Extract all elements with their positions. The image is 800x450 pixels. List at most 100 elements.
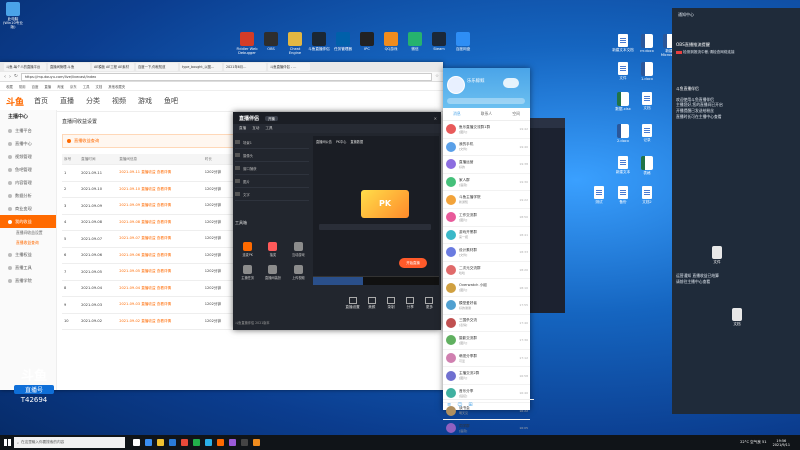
desktop-file-icon[interactable]: 文件 [706, 246, 728, 264]
qq-contact-row[interactable]: 主播交流2群 [图片] 16:58 [443, 367, 530, 385]
bookmark-item[interactable]: 京东 [70, 84, 77, 89]
table-cell-info[interactable]: 2021-09-10 直播收益 查看详情 [117, 181, 203, 198]
qq-contact-row[interactable]: 模型爱好者 好的谢谢 17:55 [443, 297, 530, 315]
start-button[interactable] [0, 435, 14, 450]
qq-tab[interactable]: 联系人 [481, 111, 492, 117]
nav-item[interactable]: 游戏 [138, 96, 152, 106]
desktop-icon[interactable]: 微信 [404, 32, 426, 51]
notification-item-studio[interactable]: 斗鱼直播伴侣 欢迎使用斗鱼直播伴侣 主播您好,您的直播间已开启 开播提醒已发送给… [676, 80, 794, 125]
preview-tab[interactable]: 直播数据 [350, 139, 363, 144]
qq-contact-row[interactable]: 家人群 [语音] 19:30 [443, 174, 530, 192]
browser-tab[interactable]: AE模板 AE工程 AE素材 [92, 63, 134, 71]
desktop-file-icon[interactable]: 测试 [588, 186, 610, 204]
qq-contact-row[interactable]: 工作交流群 [图片] 18:50 [443, 209, 530, 227]
desktop-icon[interactable]: Fiddler Web Debugger [236, 32, 258, 55]
clock[interactable]: 19:56 2021/9/11 [773, 439, 800, 447]
taskbar-app-icon[interactable] [217, 439, 224, 446]
studio-tab[interactable]: 工具 [265, 126, 272, 131]
bookmark-item[interactable]: 百度 [32, 84, 39, 89]
studio-tab[interactable]: 互动 [252, 126, 259, 131]
table-cell-info[interactable]: 2021-09-05 直播收益 查看详情 [117, 263, 203, 281]
taskbar-app-icon[interactable] [133, 439, 140, 446]
browser-tab[interactable]: type_bought_以图… [180, 63, 222, 71]
taskbar-app-icon[interactable] [169, 439, 176, 446]
bookmark-item[interactable]: 其他收藏夹 [108, 84, 125, 89]
browser-tab[interactable]: 百度一下,你就知道 [136, 63, 178, 71]
sidebar-item[interactable]: 直播工具 [0, 261, 56, 274]
bookmark-item[interactable]: 工具 [83, 84, 90, 89]
qq-tab[interactable]: 空间 [512, 111, 520, 117]
table-cell-info[interactable]: 2021-09-06 直播收益 查看详情 [117, 247, 203, 264]
browser-tab[interactable]: 斗鱼-每个人的直播平台 [4, 63, 46, 71]
bookmark-item[interactable]: 直播 [44, 84, 51, 89]
desktop-file-icon[interactable]: 数据.xlsx [612, 92, 634, 111]
qq-contact-row[interactable]: 摄影交流群 [图片] 17:30 [443, 332, 530, 350]
qq-contact-row[interactable]: 鱼乐直播交流群1群 [图片] 19:42 [443, 121, 530, 139]
taskbar-app-icon[interactable] [181, 439, 188, 446]
studio-bottom-button[interactable]: 更多 [420, 297, 439, 310]
scene-item[interactable]: 场景1 [235, 136, 309, 149]
table-cell-info[interactable]: 2021-09-04 直播收益 查看详情 [117, 280, 203, 297]
table-cell-info[interactable]: 2021-09-08 直播收益 查看详情 [117, 214, 203, 231]
sidebar-subitem[interactable]: 直播收益查询 [0, 238, 56, 248]
desktop-file-icon[interactable]: 2.docx [612, 124, 634, 143]
desktop-icon[interactable]: Steam [428, 32, 450, 51]
browser-tab[interactable]: 斗鱼直播伴侣 - … [268, 63, 310, 71]
table-cell-info[interactable]: 2021-09-09 直播收益 查看详情 [117, 197, 203, 215]
notification-item-alert[interactable]: OBS直播推流提醒 检测到推流中断,请检查网络连接 [676, 42, 794, 55]
douyu-logo[interactable]: 斗鱼 [6, 95, 24, 108]
studio-tool[interactable]: 抽奖 [260, 242, 285, 257]
sidebar-item[interactable]: 直播学院 [0, 274, 56, 287]
desktop-file-icon[interactable]: rrr.docx [636, 34, 658, 53]
desktop-icon[interactable]: 任务管理器 [332, 32, 354, 51]
taskbar-search[interactable]: ⌕ 在这里输入你要搜索的内容 [14, 437, 125, 448]
start-live-button[interactable]: 开始直播 [399, 258, 427, 268]
taskbar-app-icon[interactable] [253, 439, 260, 446]
qq-contact-row[interactable]: 直播运营 好的 19:38 [443, 156, 530, 174]
qq-contact-row[interactable]: 设计素材群 [文件] 18:33 [443, 244, 530, 262]
desktop-icon-this-pc[interactable]: 此电脑 (Win10专业版) [2, 2, 24, 29]
desktop-file-icon[interactable]: 表格 [636, 156, 658, 175]
taskbar-app-icon[interactable] [241, 439, 248, 446]
nav-item[interactable]: 视频 [112, 96, 126, 106]
desktop-file-icon[interactable]: 备份 [612, 186, 634, 204]
close-icon[interactable]: ✕ [434, 116, 441, 121]
nav-item[interactable]: 直播 [60, 96, 74, 106]
preview-tab[interactable]: 直播间公告 [316, 139, 332, 144]
desktop-icon[interactable]: Cheat Engine [284, 32, 306, 55]
desktop-icon[interactable]: 百度网盘 [452, 32, 474, 51]
nav-item[interactable]: 首页 [34, 96, 48, 106]
refresh-icon[interactable]: ↻ [14, 74, 18, 79]
studio-tool[interactable]: 互动游戏 [286, 242, 311, 257]
weather-status[interactable]: 22°C 空气良 51 [740, 440, 773, 445]
qq-contact-row[interactable]: 三国杀交流 [表情] 17:40 [443, 315, 530, 333]
desktop-icon[interactable]: IPC [356, 32, 378, 51]
sidebar-item[interactable]: 主播平台 [0, 124, 56, 137]
studio-bottom-button[interactable]: 录制 [381, 297, 400, 310]
taskbar-app-icon[interactable] [145, 439, 152, 446]
studio-bottom-button[interactable]: 直播设置 [343, 297, 362, 310]
bookmark-item[interactable]: 淘宝 [57, 84, 64, 89]
studio-bottom-button[interactable]: 美颜 [362, 297, 381, 310]
taskbar-app-icon[interactable] [205, 439, 212, 446]
bookmark-item[interactable]: 常用 [19, 84, 26, 89]
desktop-icon[interactable]: QQ游戏 [380, 32, 402, 51]
studio-tool[interactable]: 连麦PK [235, 242, 260, 257]
preview-tab[interactable]: PK中心 [336, 139, 346, 144]
scene-item[interactable]: 文字 [235, 188, 309, 201]
studio-bottom-button[interactable]: 分享 [401, 297, 420, 310]
desktop-file-icon[interactable]: 1.docx [636, 62, 658, 81]
qq-contact-row[interactable]: 萌宠分享群 可爱 17:12 [443, 350, 530, 368]
sidebar-item[interactable]: 内容管理 [0, 176, 56, 189]
back-icon[interactable]: ‹ [4, 74, 6, 80]
apps-icon[interactable]: ⊞ [468, 402, 472, 408]
sidebar-item[interactable]: 我的收益 [0, 215, 56, 228]
desktop-icon[interactable]: OBS [260, 32, 282, 51]
desktop-file-icon[interactable]: 文件 [612, 62, 634, 80]
scene-item[interactable]: 摄像头 [235, 149, 309, 162]
contacts-icon[interactable]: ☺ [457, 402, 462, 408]
table-cell-info[interactable]: 2021-09-03 直播收益 查看详情 [117, 296, 203, 314]
studio-tool[interactable]: 直播间装扮 [260, 265, 285, 280]
table-cell-info[interactable]: 2021-09-07 直播收益 查看详情 [117, 230, 203, 248]
star-icon[interactable]: ☆ [435, 74, 439, 79]
